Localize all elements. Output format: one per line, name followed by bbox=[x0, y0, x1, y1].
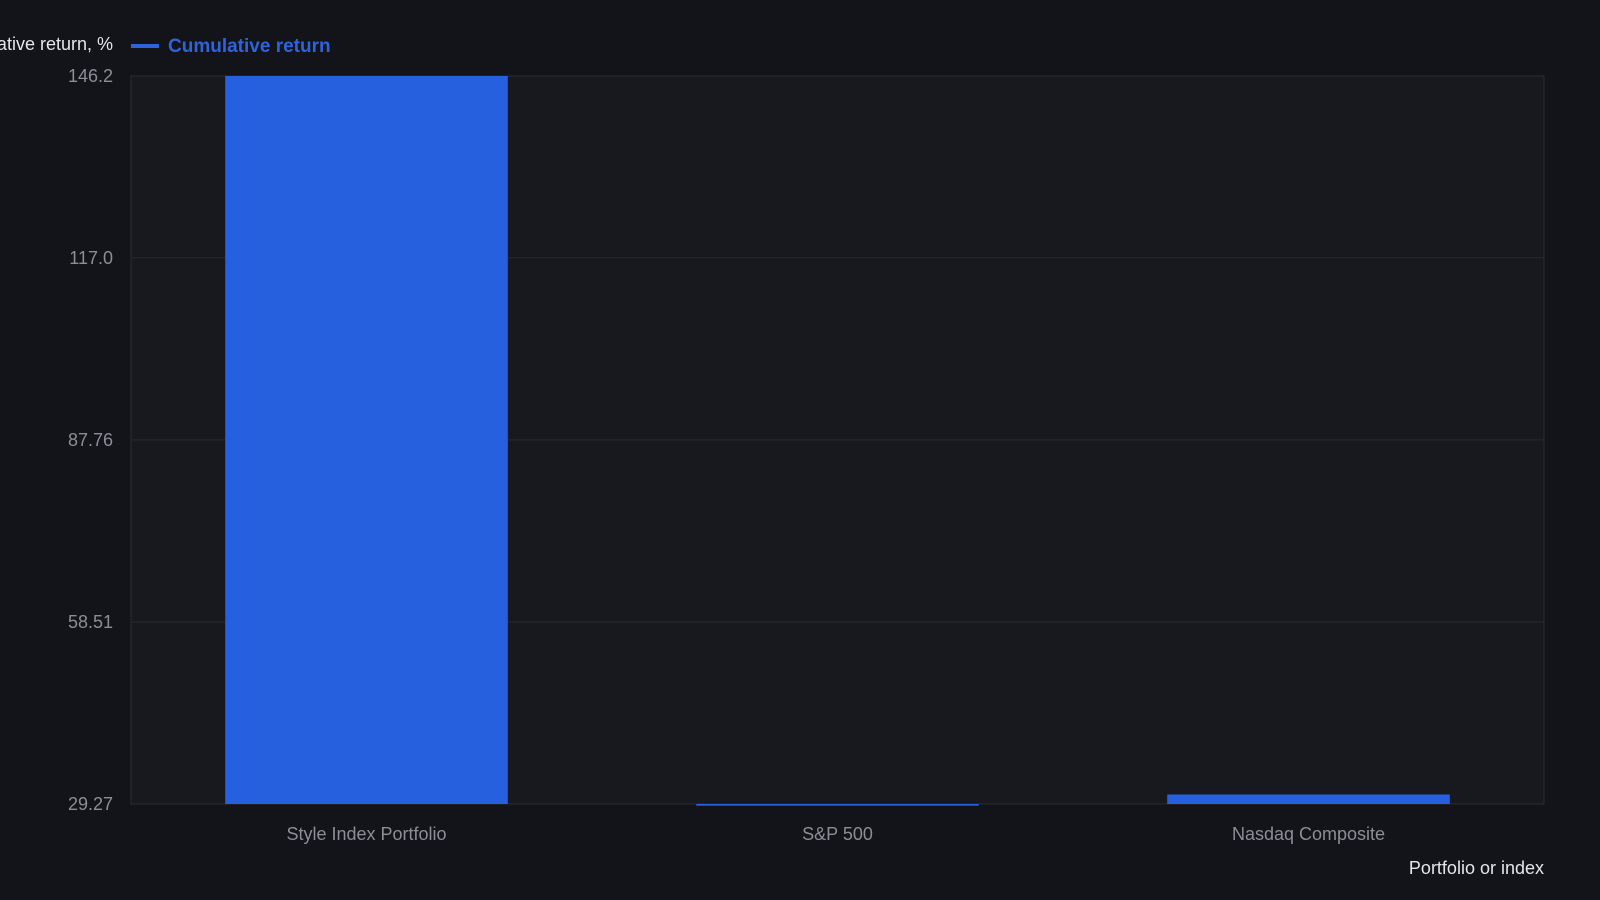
x-axis-title: Portfolio or index bbox=[1409, 858, 1544, 878]
bar bbox=[225, 76, 508, 804]
legend-label: Cumulative return bbox=[168, 36, 331, 57]
x-tick-label: S&P 500 bbox=[802, 824, 873, 844]
x-tick-label: Nasdaq Composite bbox=[1232, 824, 1385, 844]
bar bbox=[1167, 794, 1450, 804]
bar-chart: 29.27 58.51 87.76 117.0 146.2 Style Index Po… bbox=[0, 34, 1545, 878]
bar bbox=[696, 804, 979, 806]
y-tick-label: 29.27 bbox=[68, 794, 113, 814]
y-tick-label: 146.2 bbox=[68, 66, 113, 86]
y-tick-labels: 29.27 58.51 87.76 117.0 146.2 bbox=[68, 66, 113, 814]
y-tick-label: 117.0 bbox=[69, 248, 113, 268]
y-axis-title: Cumulative return, % bbox=[0, 34, 113, 54]
x-tick-labels: Style Index Portfolio S&P 500 Nasdaq Compo… bbox=[286, 824, 1385, 844]
y-tick-label: 87.76 bbox=[68, 430, 113, 450]
y-tick-label: 58.51 bbox=[68, 612, 113, 632]
legend: Cumulative return bbox=[131, 36, 331, 57]
x-tick-label: Style Index Portfolio bbox=[286, 824, 446, 844]
